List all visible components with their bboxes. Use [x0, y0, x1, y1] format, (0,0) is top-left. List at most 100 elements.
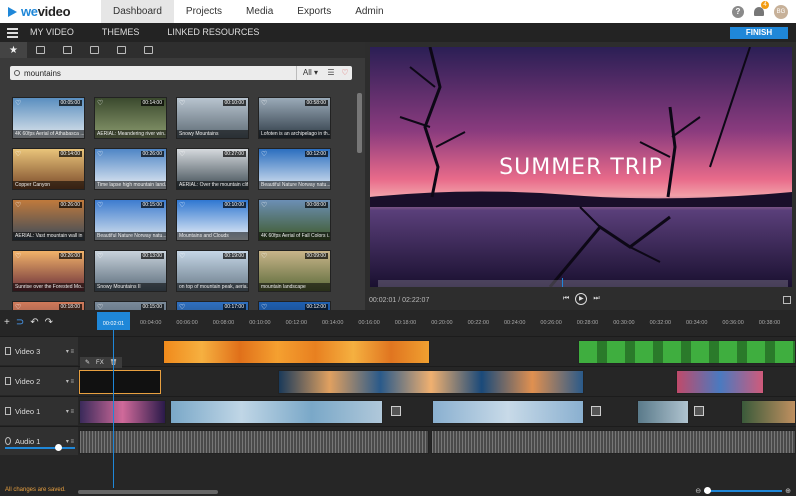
- track-menu-icon[interactable]: ▾ ≡: [66, 378, 74, 385]
- fullscreen-icon[interactable]: [783, 296, 791, 304]
- timeline-clip[interactable]: [278, 370, 584, 394]
- tab-themes[interactable]: THEMES: [88, 23, 154, 42]
- volume-knob[interactable]: [55, 444, 62, 451]
- favorite-heart-icon[interactable]: ♡: [97, 202, 103, 209]
- menu-hamburger-icon[interactable]: [0, 27, 24, 38]
- skip-back-icon[interactable]: ⏮: [563, 295, 569, 303]
- library-tab-graphics[interactable]: [135, 42, 162, 58]
- favorite-heart-icon[interactable]: ♡: [261, 253, 267, 260]
- nav-tab-dashboard[interactable]: Dashboard: [101, 0, 174, 23]
- timeline-clip[interactable]: [170, 400, 383, 424]
- media-thumbnail[interactable]: ♡ 00:19:00 on top of mountain peak, aeria.…: [176, 250, 249, 292]
- fx-button[interactable]: FX: [96, 360, 104, 366]
- zoom-in-icon[interactable]: ⊕: [785, 487, 791, 495]
- media-thumbnail[interactable]: ♡ 00:58:00 Lofoten is an archipelago in th…: [258, 97, 331, 139]
- media-thumbnail[interactable]: ♡ 00:26:00 AERIAL: Vast mountain wall in .…: [12, 199, 85, 241]
- media-thumbnail[interactable]: ♡ 00:18:00: [12, 301, 85, 310]
- track-menu-icon[interactable]: ▾ ≡: [66, 408, 74, 415]
- media-thumbnail[interactable]: ♡ 00:10:00 Mountains and Clouds: [176, 199, 249, 241]
- favorite-heart-icon[interactable]: ♡: [97, 151, 103, 158]
- favorite-heart-icon[interactable]: ♡: [261, 151, 267, 158]
- media-thumbnail[interactable]: ♡ 00:10:00 Snowy Mountains: [176, 97, 249, 139]
- playhead-handle[interactable]: 00:02:01: [97, 312, 130, 330]
- finish-button[interactable]: FINISH: [730, 26, 788, 39]
- media-thumbnail[interactable]: ♡ 00:13:00 Snowy Mountains II: [94, 250, 167, 292]
- video-preview[interactable]: SUMMER TRIP: [370, 47, 792, 287]
- zoom-knob[interactable]: [704, 487, 712, 494]
- track-menu-icon[interactable]: ▾ ≡: [66, 438, 74, 445]
- volume-slider[interactable]: [5, 447, 75, 449]
- nav-tab-media[interactable]: Media: [234, 0, 285, 23]
- library-tab-images[interactable]: [54, 42, 81, 58]
- sliders-icon[interactable]: ☰: [324, 66, 338, 80]
- library-tab-folder[interactable]: [27, 42, 54, 58]
- nav-tab-projects[interactable]: Projects: [174, 0, 234, 23]
- media-thumbnail[interactable]: ♡ 00:26:00 Time lapse high mountain land..…: [94, 148, 167, 190]
- media-thumbnail[interactable]: ♡ 00:15:00: [94, 301, 167, 310]
- timeline-scrollbar[interactable]: [78, 490, 218, 494]
- edit-pencil-icon[interactable]: ✎: [85, 359, 90, 366]
- favorite-heart-icon[interactable]: ♡: [261, 100, 267, 107]
- playhead-line[interactable]: [113, 330, 114, 488]
- timeline-clip[interactable]: [578, 340, 796, 364]
- media-thumbnail[interactable]: ♡ 00:09:00 mountain landscape: [258, 250, 331, 292]
- media-thumbnail[interactable]: ♡ 00:14:00 AERIAL: Meandering river win...: [94, 97, 167, 139]
- media-thumbnail[interactable]: ♡ 00:27:00 AERIAL: Over the mountain cliff: [176, 148, 249, 190]
- media-thumbnail[interactable]: ♡ 00:12:00 Beautiful Nature Norway natu...: [258, 148, 331, 190]
- media-thumbnail[interactable]: ♡ 00:08:00 4K 60fps Aerial of Fall Colors …: [258, 199, 331, 241]
- timeline-clip[interactable]: [676, 370, 764, 394]
- audio-clip[interactable]: [79, 430, 429, 454]
- transition-icon[interactable]: [591, 406, 601, 416]
- favorite-heart-icon[interactable]: ♡: [15, 253, 21, 260]
- user-avatar[interactable]: BG: [774, 4, 788, 19]
- favorite-heart-icon[interactable]: ♡: [179, 100, 185, 107]
- heart-icon[interactable]: ♡: [338, 66, 352, 80]
- transition-icon[interactable]: [694, 406, 704, 416]
- favorite-heart-icon[interactable]: ♡: [179, 151, 185, 158]
- skip-forward-icon[interactable]: ⏭: [593, 295, 599, 303]
- track-menu-icon[interactable]: ▾ ≡: [66, 348, 74, 355]
- zoom-slider[interactable]: [704, 487, 783, 494]
- redo-icon[interactable]: ↷: [45, 317, 53, 328]
- tab-my-video[interactable]: MY VIDEO: [24, 23, 88, 42]
- timeline-ruler[interactable]: 00:04:00 00:06:00 00:08:00 00:10:00 00:12:00…: [78, 318, 796, 330]
- magnet-icon[interactable]: ⊃: [16, 317, 24, 328]
- media-thumbnail[interactable]: ♡ 00:14:00 Copper Canyon: [12, 148, 85, 190]
- transition-icon[interactable]: [391, 406, 401, 416]
- library-scrollbar[interactable]: [357, 93, 362, 153]
- timeline-clip[interactable]: [637, 400, 689, 424]
- preview-playhead[interactable]: [562, 278, 563, 287]
- help-icon[interactable]: ?: [732, 5, 744, 18]
- tab-linked-resources[interactable]: LINKED RESOURCES: [153, 23, 273, 42]
- media-thumbnail[interactable]: ♡ 00:26:00 Sunrise over the Forested Mo...: [12, 250, 85, 292]
- zoom-out-icon[interactable]: ⊖: [695, 487, 701, 495]
- nav-tab-admin[interactable]: Admin: [343, 0, 395, 23]
- audio-clip[interactable]: [431, 430, 796, 454]
- library-tab-favorites[interactable]: ★: [0, 42, 27, 58]
- favorite-heart-icon[interactable]: ♡: [15, 202, 21, 209]
- favorite-heart-icon[interactable]: ♡: [15, 100, 21, 107]
- library-tab-text[interactable]: [108, 42, 135, 58]
- library-tab-video[interactable]: [81, 42, 108, 58]
- favorite-heart-icon[interactable]: ♡: [179, 253, 185, 260]
- timeline-clip[interactable]: [741, 400, 796, 424]
- wevideo-logo[interactable]: wevideo: [0, 0, 101, 23]
- search-input[interactable]: mountains: [24, 69, 296, 78]
- favorite-heart-icon[interactable]: ♡: [261, 202, 267, 209]
- timeline-clip[interactable]: [79, 400, 166, 424]
- timeline-clip[interactable]: [163, 340, 430, 364]
- nav-tab-exports[interactable]: Exports: [285, 0, 343, 23]
- notifications-bell-icon[interactable]: 4: [753, 0, 769, 18]
- media-thumbnail[interactable]: ♡ 00:05:00 4K 60fps Aerial of Athabasca ..…: [12, 97, 85, 139]
- media-thumbnail[interactable]: ♡ 00:17:00: [176, 301, 249, 310]
- favorite-heart-icon[interactable]: ♡: [179, 202, 185, 209]
- filter-dropdown[interactable]: All ▾: [295, 66, 324, 80]
- add-track-icon[interactable]: +: [4, 317, 10, 328]
- favorite-heart-icon[interactable]: ♡: [97, 253, 103, 260]
- preview-scrub-bar[interactable]: [378, 278, 788, 287]
- favorite-heart-icon[interactable]: ♡: [15, 151, 21, 158]
- media-thumbnail[interactable]: ♡ 00:15:00 Beautiful Nature Norway natu...: [94, 199, 167, 241]
- favorite-heart-icon[interactable]: ♡: [97, 100, 103, 107]
- overlay-title-text[interactable]: SUMMER TRIP: [370, 155, 792, 180]
- timeline-clip[interactable]: [432, 400, 584, 424]
